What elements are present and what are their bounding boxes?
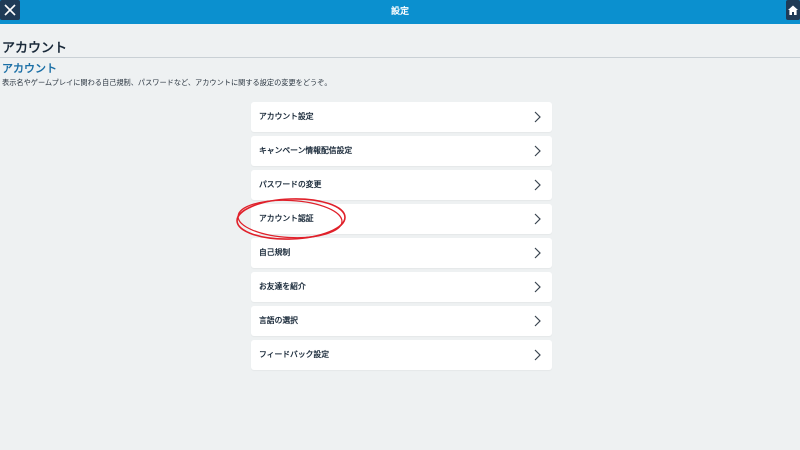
close-icon xyxy=(4,4,16,16)
page-title: 設定 xyxy=(390,7,409,17)
menu-item-change-password[interactable]: パスワードの変更 xyxy=(251,170,552,200)
menu-item-account-settings[interactable]: アカウント設定 xyxy=(251,102,552,132)
chevron-right-icon xyxy=(534,213,541,225)
menu-item-feedback-settings[interactable]: フィードバック設定 xyxy=(251,340,552,370)
account-description: 表示名やゲームプレイに関わる自己規制、パスワードなど、アカウントに関する設定の変… xyxy=(2,78,332,87)
menu-item-self-restriction[interactable]: 自己規制 xyxy=(251,238,552,268)
menu-item-label: アカウント認証 xyxy=(259,214,314,223)
menu-item-campaign-settings[interactable]: キャンペーン情報配信設定 xyxy=(251,136,552,166)
account-heading: アカウント xyxy=(2,41,68,56)
chevron-right-icon xyxy=(534,349,541,361)
menu-item-label: 言語の選択 xyxy=(259,316,298,325)
account-section-heading: アカウント xyxy=(2,62,57,75)
menu-item-label: フィードバック設定 xyxy=(259,350,330,359)
heading-divider xyxy=(0,57,800,58)
chevron-right-icon xyxy=(534,315,541,327)
menu-item-label: キャンペーン情報配信設定 xyxy=(259,146,353,155)
menu-item-label: アカウント設定 xyxy=(259,112,314,121)
menu-item-label: パスワードの変更 xyxy=(259,180,322,189)
menu-item-language[interactable]: 言語の選択 xyxy=(251,306,552,336)
menu-item-account-verification[interactable]: アカウント認証 xyxy=(251,204,552,234)
home-icon xyxy=(788,5,798,15)
chevron-right-icon xyxy=(534,145,541,157)
account-menu-list: アカウント設定 キャンペーン情報配信設定 パスワードの変更 アカウント認証 自己… xyxy=(251,102,552,374)
menu-item-label: 自己規制 xyxy=(259,248,291,257)
menu-item-label: お友達を紹介 xyxy=(259,282,306,291)
home-button[interactable] xyxy=(786,0,800,20)
chevron-right-icon xyxy=(534,247,541,259)
chevron-right-icon xyxy=(534,179,541,191)
menu-item-refer-friend[interactable]: お友達を紹介 xyxy=(251,272,552,302)
chevron-right-icon xyxy=(534,281,541,293)
chevron-right-icon xyxy=(534,111,541,123)
close-button[interactable] xyxy=(0,0,20,20)
